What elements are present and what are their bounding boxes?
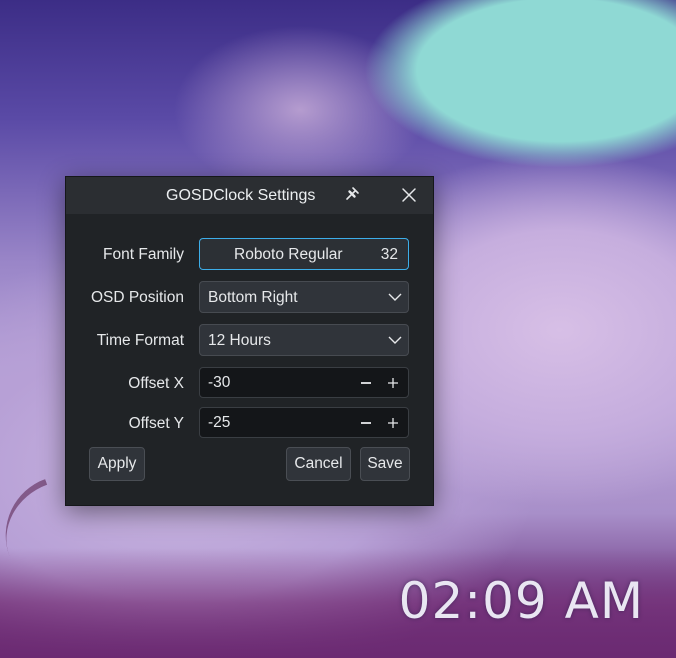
- osd-position-value: Bottom Right: [208, 289, 298, 306]
- time-format-value: 12 Hours: [208, 332, 271, 349]
- minus-icon[interactable]: [360, 416, 372, 430]
- close-icon[interactable]: [400, 186, 418, 204]
- offset-y-row: Offset Y -25: [66, 407, 433, 441]
- dialog-title: GOSDClock Settings: [166, 187, 316, 204]
- time-format-row: Time Format 12 Hours: [66, 324, 433, 358]
- title-bar[interactable]: GOSDClock Settings: [66, 177, 433, 214]
- font-name: Roboto Regular: [234, 246, 343, 263]
- offset-y-spinbox[interactable]: -25: [199, 407, 409, 438]
- plus-icon[interactable]: [387, 376, 399, 390]
- save-button[interactable]: Save: [360, 447, 410, 481]
- chevron-down-icon: [388, 293, 402, 301]
- time-format-label: Time Format: [96, 332, 184, 349]
- osd-position-label: OSD Position: [90, 289, 184, 306]
- offset-x-value: -30: [208, 374, 231, 391]
- offset-x-label: Offset X: [128, 375, 184, 392]
- font-family-label: Font Family: [103, 246, 184, 263]
- osd-clock: 02:09 AM: [398, 572, 644, 630]
- pin-icon[interactable]: [344, 186, 360, 202]
- offset-y-value: -25: [208, 414, 231, 431]
- offset-x-spinbox[interactable]: -30: [199, 367, 409, 398]
- time-format-select[interactable]: 12 Hours: [199, 324, 409, 356]
- offset-y-label: Offset Y: [128, 415, 184, 432]
- font-family-button[interactable]: Roboto Regular 32: [199, 238, 409, 270]
- cancel-button[interactable]: Cancel: [286, 447, 351, 481]
- settings-dialog: GOSDClock Settings Font Family Roboto Re…: [65, 176, 434, 506]
- font-family-row: Font Family Roboto Regular 32: [66, 238, 433, 272]
- osd-position-select[interactable]: Bottom Right: [199, 281, 409, 313]
- font-size: 32: [380, 246, 398, 263]
- offset-x-row: Offset X -30: [66, 367, 433, 401]
- plus-icon[interactable]: [387, 416, 399, 430]
- chevron-down-icon: [388, 336, 402, 344]
- minus-icon[interactable]: [360, 376, 372, 390]
- apply-button[interactable]: Apply: [89, 447, 145, 481]
- osd-position-row: OSD Position Bottom Right: [66, 281, 433, 315]
